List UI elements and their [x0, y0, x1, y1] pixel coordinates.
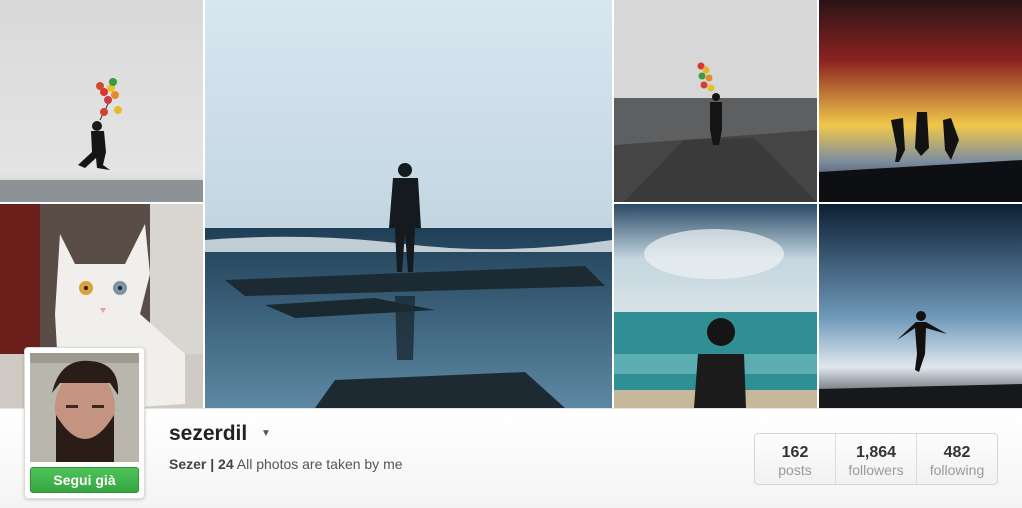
photo-balloons-on-pier[interactable]	[614, 0, 817, 202]
username[interactable]: sezerdil	[169, 422, 247, 446]
stat-label: following	[929, 462, 985, 478]
stat-label: followers	[848, 462, 904, 478]
photo-mosaic	[0, 0, 1022, 408]
stat-label: posts	[778, 462, 812, 478]
bio-name-age: Sezer | 24	[169, 456, 234, 472]
profile-bio: Sezer | 24 All photos are taken by me	[169, 456, 403, 472]
stat-value: 482	[943, 444, 971, 461]
stat-value: 1,864	[855, 444, 897, 461]
follow-button[interactable]: Segui già	[30, 467, 139, 493]
bio-text: All photos are taken by me	[236, 456, 403, 472]
stat-posts[interactable]: 162 posts	[755, 434, 835, 484]
photo-jump-silhouette[interactable]	[819, 204, 1022, 408]
photo-jumping-friends-sunset[interactable]	[819, 0, 1022, 202]
avatar-card: Segui già	[24, 347, 145, 499]
stat-following[interactable]: 482 following	[916, 434, 997, 484]
photo-man-on-shore[interactable]	[205, 0, 612, 408]
avatar[interactable]	[30, 353, 139, 462]
photo-woman-on-beach[interactable]	[614, 204, 817, 408]
profile-stats: 162 posts 1,864 followers 482 following	[754, 433, 998, 485]
chevron-down-icon[interactable]: ▼	[261, 428, 271, 439]
stat-followers[interactable]: 1,864 followers	[835, 434, 916, 484]
stat-value: 162	[781, 444, 809, 461]
photo-balloon-jump[interactable]	[0, 0, 203, 202]
